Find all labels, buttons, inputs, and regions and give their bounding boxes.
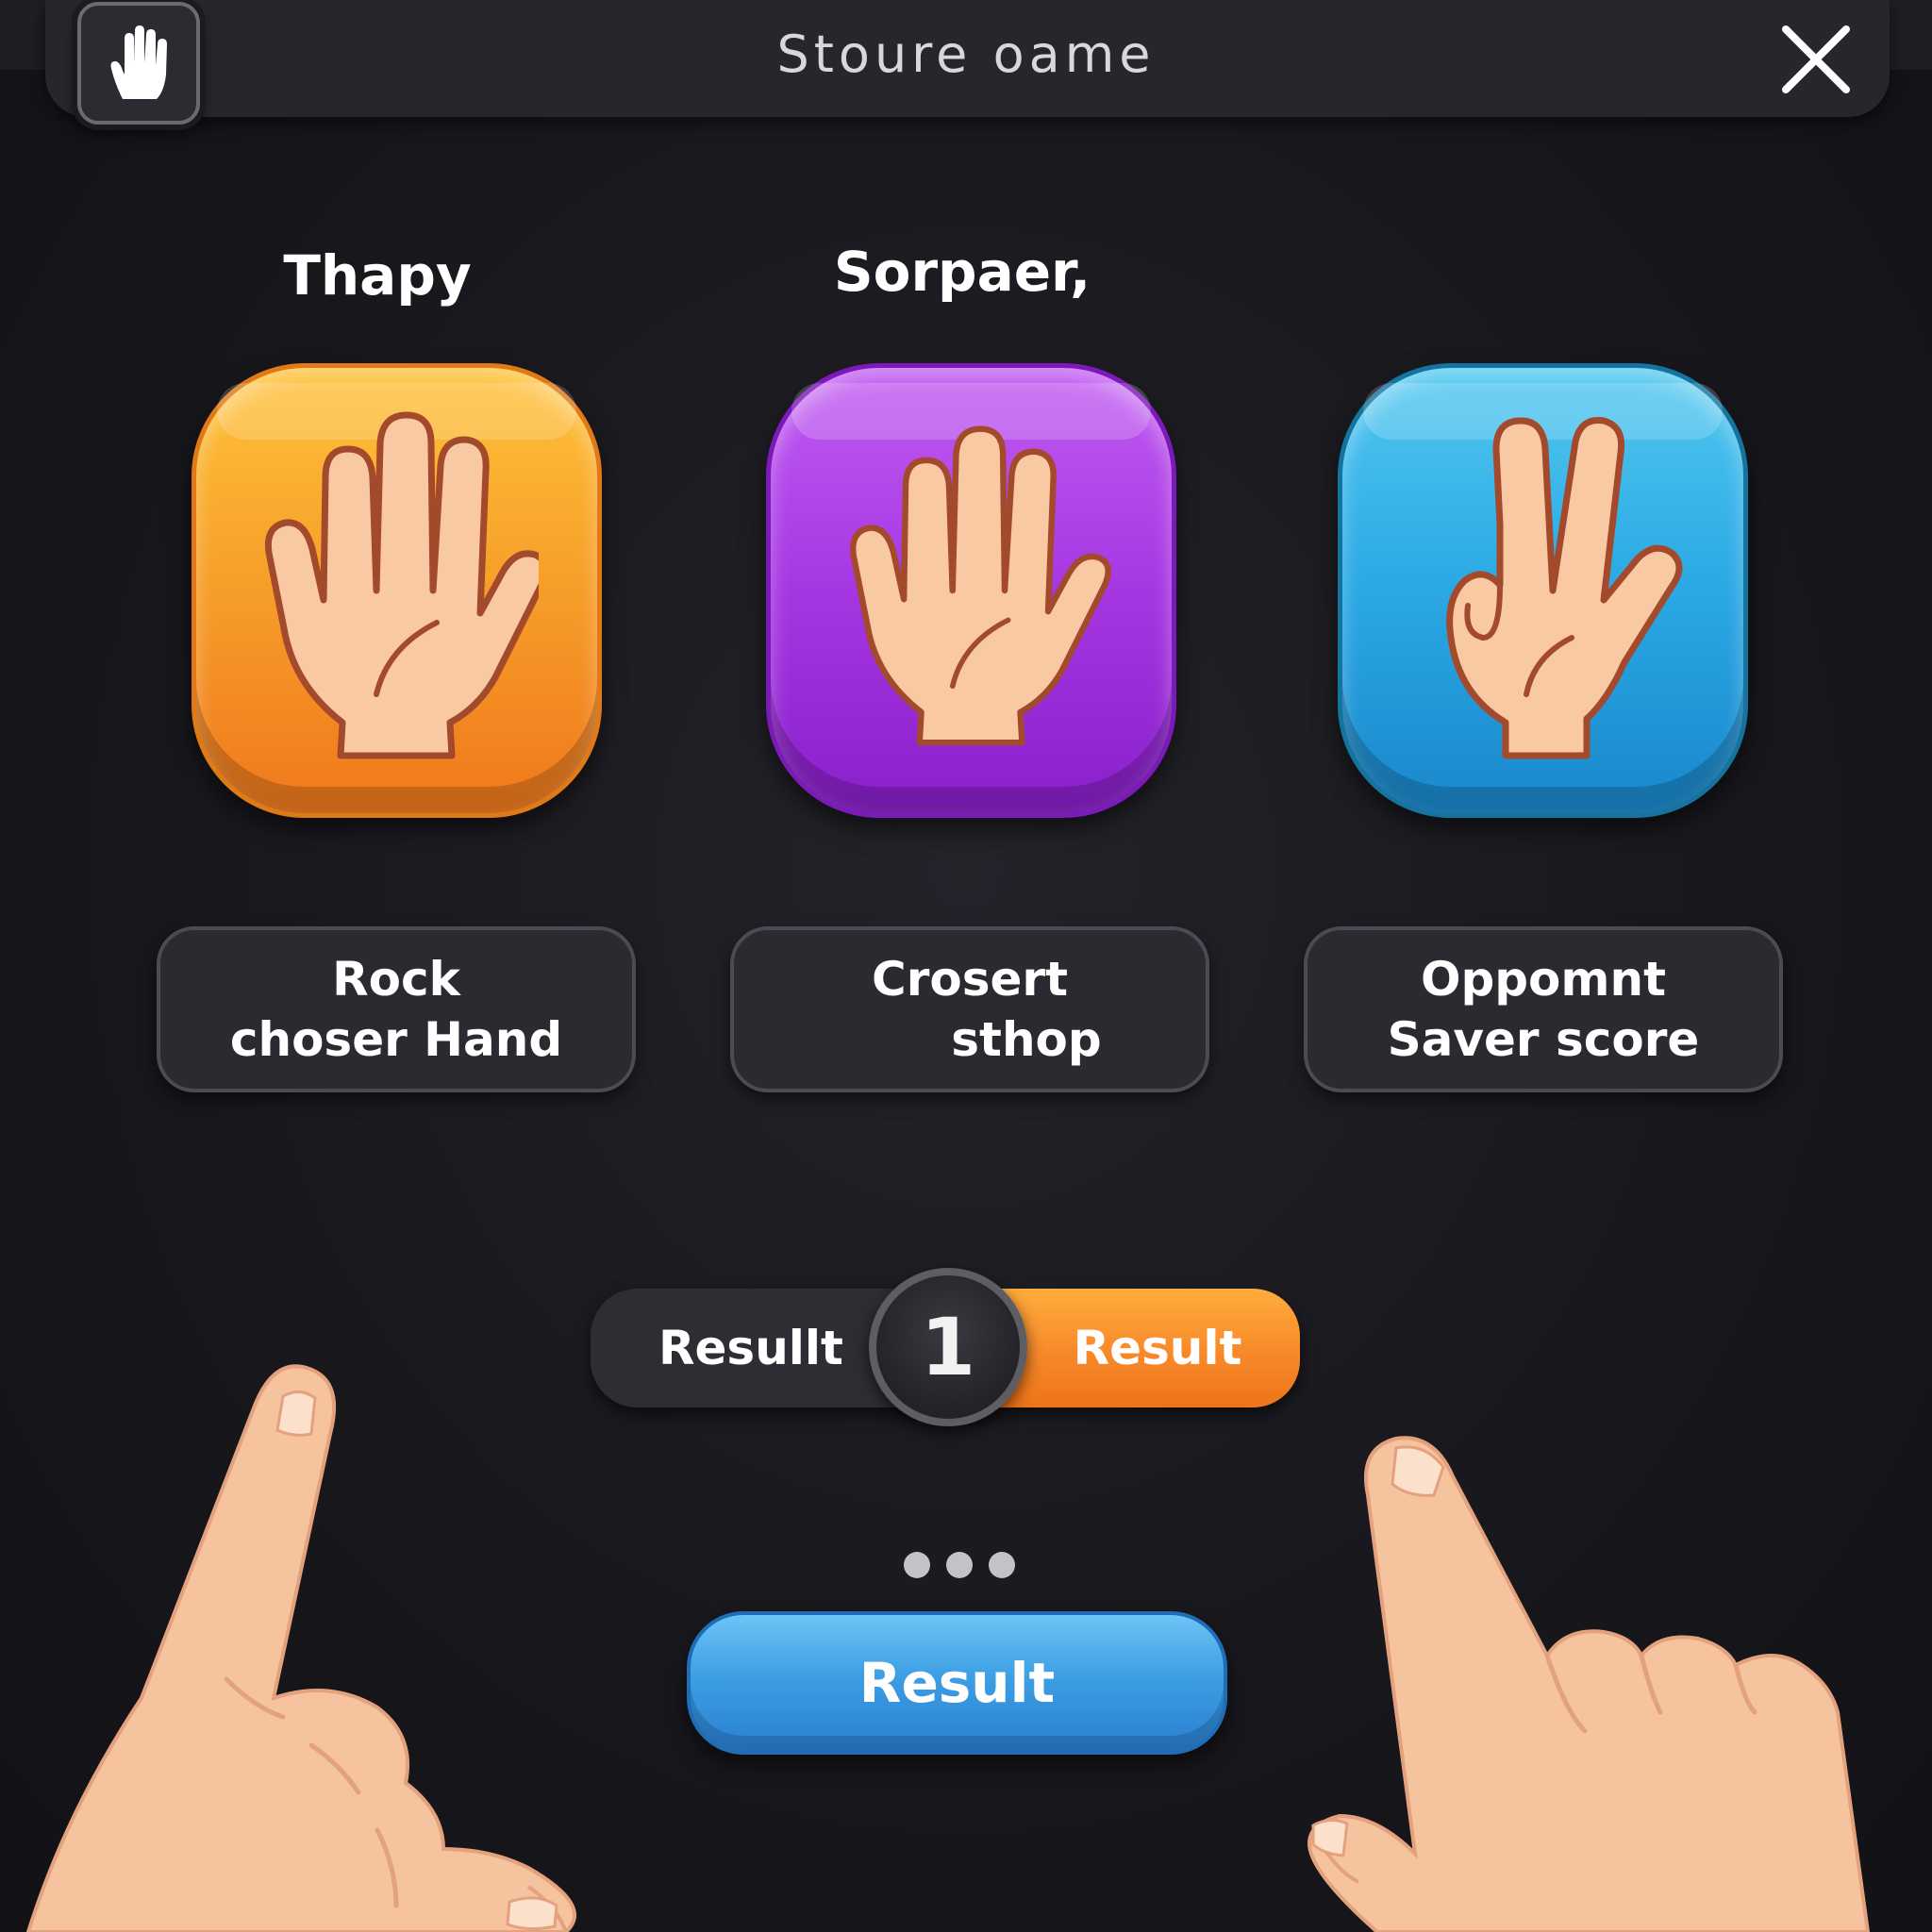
pointing-hand-right-icon bbox=[1307, 1436, 1871, 1932]
opponent-score-line1: Oppomnt bbox=[1420, 952, 1667, 1007]
purple-hand-tile[interactable] bbox=[766, 363, 1176, 818]
window-title: Stoure oame bbox=[776, 25, 1156, 84]
open-hand-icon bbox=[849, 425, 1111, 746]
blue-hand-tile[interactable] bbox=[1338, 363, 1748, 818]
center-status-label: Crosert sthop bbox=[730, 926, 1209, 1092]
result-button[interactable]: Result bbox=[687, 1611, 1227, 1755]
result-toggle[interactable]: Resullt Result 1 bbox=[591, 1268, 1300, 1426]
close-icon bbox=[1782, 25, 1850, 93]
close-button[interactable] bbox=[1774, 17, 1858, 102]
open-hand-icon bbox=[264, 411, 539, 759]
opponent-score-line2: Saver score bbox=[1387, 1012, 1700, 1067]
pointing-hand-left-icon bbox=[25, 1364, 576, 1932]
player-choice-line1: Rock bbox=[332, 952, 460, 1007]
orange-hand-tile[interactable] bbox=[192, 363, 602, 818]
scissors-hand-icon bbox=[1445, 416, 1682, 759]
loading-dots bbox=[904, 1552, 1015, 1578]
player-choice-label: Rock choser Hand bbox=[157, 926, 636, 1092]
toggle-knob[interactable]: 1 bbox=[869, 1268, 1027, 1426]
dot bbox=[904, 1552, 930, 1578]
center-status-line1: Crosert bbox=[872, 952, 1068, 1007]
opponent-score-label: Oppomnt Saver score bbox=[1304, 926, 1783, 1092]
center-status-line2: sthop bbox=[951, 1012, 1102, 1067]
left-column-heading: Thapy bbox=[283, 243, 472, 308]
player-choice-line2: choser Hand bbox=[229, 1012, 563, 1067]
center-column-heading: Sorpaer, bbox=[833, 240, 1091, 304]
dot bbox=[946, 1552, 973, 1578]
dot bbox=[989, 1552, 1015, 1578]
